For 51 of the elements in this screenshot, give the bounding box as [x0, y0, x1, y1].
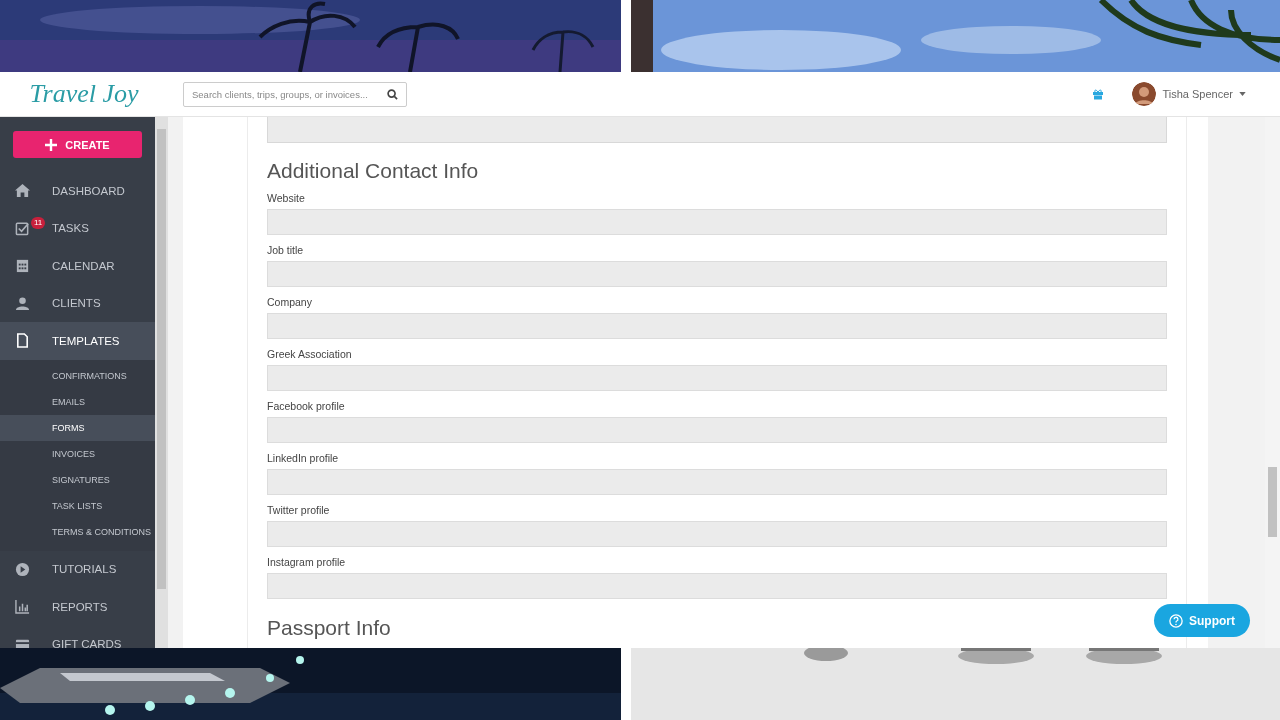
- input-field[interactable]: [267, 313, 1167, 339]
- input-field[interactable]: [267, 209, 1167, 235]
- sidebar-item[interactable]: TUTORIALS: [0, 550, 155, 588]
- help-icon: [1169, 613, 1183, 628]
- document-icon: [14, 333, 30, 349]
- field-label: Greek Association: [267, 348, 353, 360]
- gift-icon[interactable]: [1092, 88, 1105, 100]
- sidebar-subitem[interactable]: CONFIRMATIONS: [0, 362, 155, 389]
- search-field[interactable]: Search clients, trips, groups, or invoices...: [183, 81, 407, 107]
- create-button[interactable]: CREATE: [13, 131, 142, 158]
- calendar-icon: [14, 258, 30, 274]
- input-field[interactable]: [267, 573, 1167, 599]
- field-label: Twitter profile: [267, 504, 331, 516]
- caret-icon[interactable]: [1239, 92, 1246, 96]
- section-title: Additional Contact Info: [267, 159, 480, 183]
- sidebar-subitem[interactable]: TASK LISTS: [0, 492, 155, 519]
- input-field[interactable]: [267, 261, 1167, 287]
- sidebar-subitem[interactable]: TERMS & CONDITIONS: [0, 518, 155, 545]
- sidebar-subitem[interactable]: INVOICES: [0, 440, 155, 467]
- input-field[interactable]: [267, 365, 1167, 391]
- sidebar-item[interactable]: CLIENTS: [0, 284, 155, 322]
- sidebar-item[interactable]: TEMPLATES: [0, 322, 155, 360]
- sidebar-subitem[interactable]: SIGNATURES: [0, 466, 155, 493]
- user-menu[interactable]: Tisha Spencer: [1162, 88, 1233, 100]
- search-icon[interactable]: [387, 88, 398, 100]
- input-field[interactable]: [267, 469, 1167, 495]
- field-label: LinkedIn profile: [267, 452, 340, 464]
- count-badge: 11: [31, 216, 46, 229]
- input-field[interactable]: [267, 417, 1167, 443]
- field-label: Company: [267, 296, 313, 308]
- section-title: Passport Info: [267, 616, 392, 640]
- sidebar-item[interactable]: REPORTS: [0, 588, 155, 626]
- scrollbar[interactable]: [155, 117, 168, 648]
- checkbox-icon: [14, 220, 30, 236]
- person-icon: [14, 295, 30, 311]
- sidebar-item[interactable]: CALENDAR: [0, 247, 155, 285]
- plus-icon: [45, 138, 58, 151]
- field-label: Website: [267, 192, 306, 204]
- sidebar-subitem[interactable]: EMAILS: [0, 388, 155, 415]
- field-label: Job title: [267, 244, 305, 256]
- avatar[interactable]: [1132, 82, 1157, 106]
- sidebar-subitem[interactable]: FORMS: [0, 414, 155, 441]
- home-icon: [14, 183, 30, 199]
- bar-chart-icon: [14, 599, 30, 615]
- play-icon: [14, 561, 30, 577]
- sidebar-item[interactable]: 11 TASKS: [0, 209, 155, 247]
- field-label: Facebook profile: [267, 400, 346, 412]
- text-area[interactable]: [267, 117, 1167, 143]
- input-field[interactable]: [267, 521, 1167, 547]
- sidebar-item[interactable]: DASHBOARD: [0, 172, 155, 210]
- field-label: Instagram profile: [267, 556, 347, 568]
